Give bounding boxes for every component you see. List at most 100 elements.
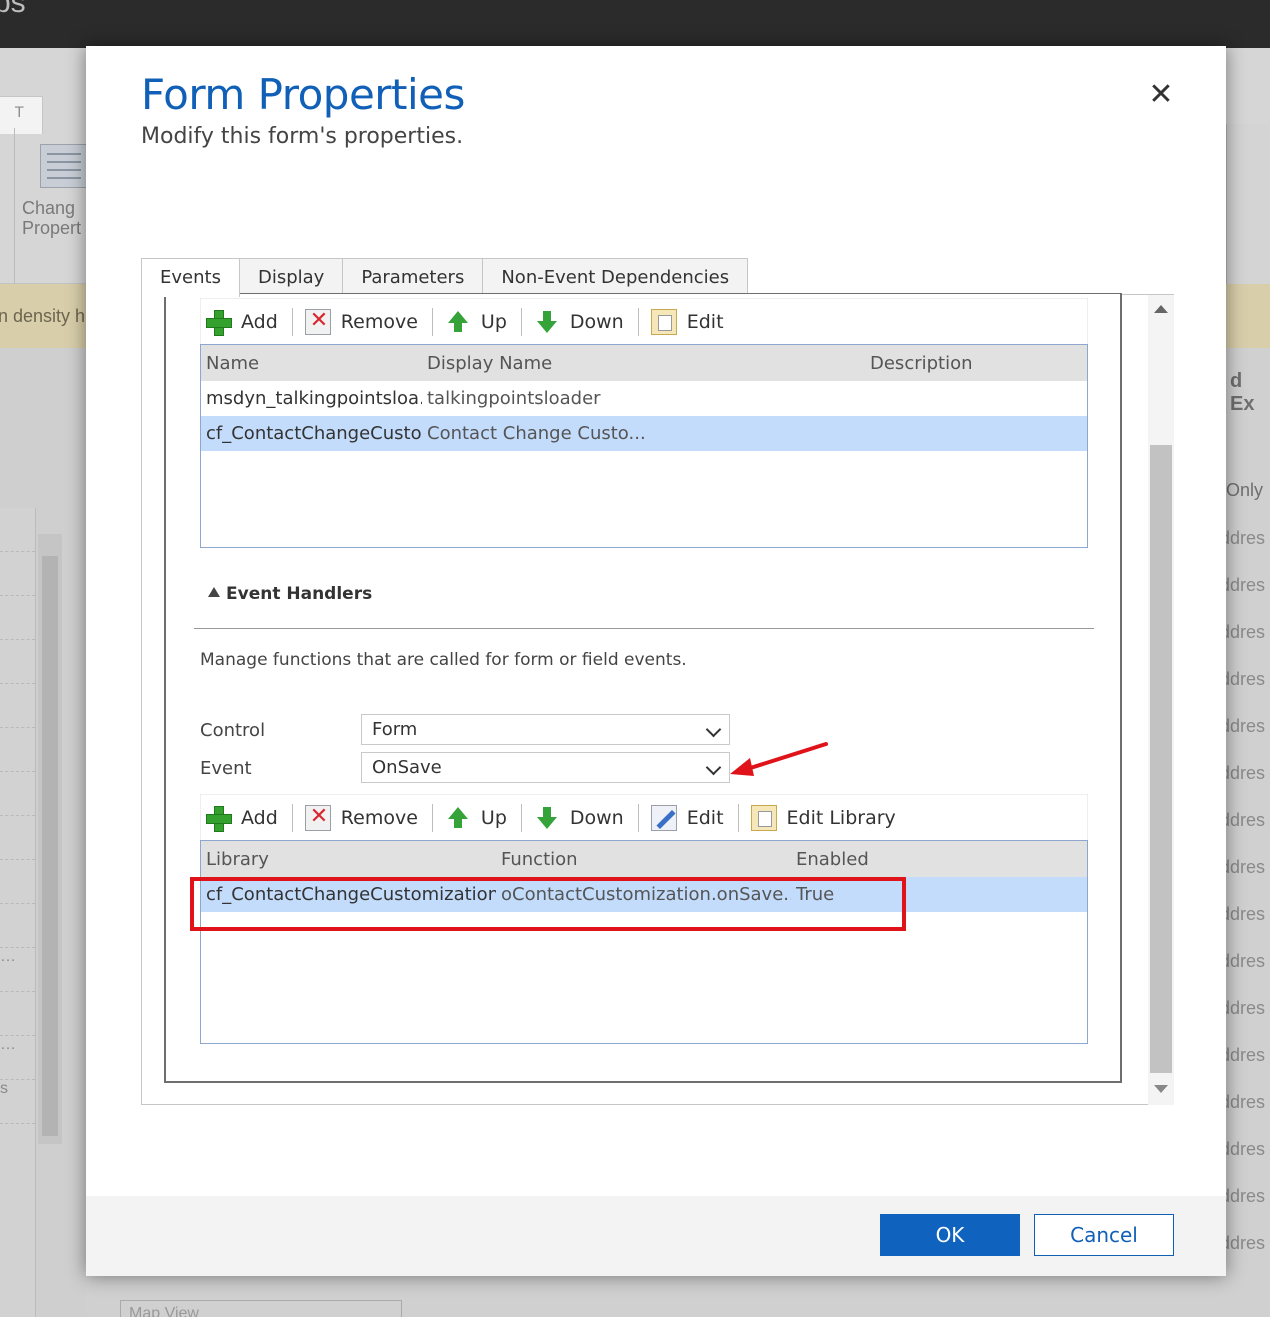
bottom-area: Map View [86,1276,1226,1317]
up-arrow-icon [445,309,471,335]
edit-label: Edit [686,310,724,333]
field-explorer-header: d Ex [1230,370,1255,415]
left-row [0,728,35,772]
library-up-button[interactable]: Up [441,299,521,345]
field-item: ddres [1220,1045,1266,1065]
left-row [0,904,35,948]
down-label: Down [569,806,624,829]
field-item: ddres [1220,1233,1266,1253]
app-header: ps [0,0,1270,48]
tab-strip: Events Display Parameters Non-Event Depe… [141,258,749,297]
app-title: ps [0,0,26,19]
remove-icon [304,804,331,831]
column-display-name[interactable]: Display Name [422,353,865,374]
down-label: Down [569,310,624,333]
left-row [0,596,35,640]
left-row: … [0,948,35,992]
left-row [0,772,35,816]
remove-label: Remove [340,806,418,829]
library-down-button[interactable]: Down [530,299,638,345]
library-add-button[interactable]: Add [201,299,292,345]
tab-display[interactable]: Display [238,258,344,296]
left-scrollbar [38,534,62,1144]
left-row [0,684,35,728]
section-divider [194,628,1094,629]
map-view-field: Map View [120,1300,402,1317]
field-item: ddres [1220,1092,1266,1112]
close-icon[interactable]: ✕ [1146,80,1176,110]
up-label: Up [480,310,507,333]
column-description[interactable]: Description [865,353,1087,374]
table-row-selected[interactable]: cf_ContactChangeCusto... Contact Change … [201,416,1087,451]
field-item: ddres [1220,622,1266,642]
left-row [0,640,35,684]
toolbar-separator [291,803,293,832]
annotation-highlight-box [190,877,906,931]
edit-library-button[interactable]: Edit Library [747,795,910,841]
dialog-subtitle: Modify this form's properties. [141,124,464,149]
handler-up-button[interactable]: Up [441,795,521,841]
tab-events[interactable]: Events [141,258,240,297]
field-item: ddres [1220,1139,1266,1159]
event-handlers-heading: Event Handlers [226,584,373,604]
events-scroll-content: Add Remove Up Down [164,293,1122,1083]
handler-add-button[interactable]: Add [201,795,292,841]
control-select-value: Form [372,719,418,740]
toolbar-separator [737,803,739,832]
row-name: cf_ContactChangeCusto... [206,423,422,444]
libraries-toolbar: Add Remove Up Down [200,298,1088,344]
toolbar-separator [520,803,522,832]
vertical-scrollbar[interactable] [1148,295,1174,1105]
remove-label: Remove [340,310,418,333]
scroll-thumb[interactable] [1150,445,1172,1073]
field-item: ddres [1220,951,1266,971]
grid-header: Name Display Name Description [201,345,1087,381]
remove-icon [304,308,331,335]
banner-text: n density h [0,306,86,326]
left-row [0,552,35,596]
ok-button[interactable]: OK [880,1214,1020,1256]
collapse-triangle-icon[interactable] [208,587,220,597]
field-item: ddres [1220,669,1266,689]
column-library[interactable]: Library [201,849,496,870]
column-name[interactable]: Name [201,353,422,374]
ribbon-right-panel [1226,124,1270,284]
left-row [0,816,35,860]
column-function[interactable]: Function [496,849,791,870]
library-edit-button[interactable]: Edit [647,299,738,345]
events-tab-panel: Add Remove Up Down [141,293,1174,1105]
field-item: ddres [1220,904,1266,924]
up-arrow-icon [445,805,471,831]
handler-down-button[interactable]: Down [530,795,638,841]
column-enabled[interactable]: Enabled [791,849,1087,870]
left-scroll-thumb [42,556,58,1136]
handler-remove-button[interactable]: Remove [301,795,432,841]
add-icon [205,309,232,336]
annotation-arrow [730,742,828,776]
event-handlers-grid: Library Function Enabled cf_ContactChang… [200,840,1088,1044]
event-select[interactable]: OnSave [361,752,730,783]
control-select[interactable]: Form [361,714,730,745]
scroll-up-icon[interactable] [1154,305,1168,313]
field-item: ddres [1220,528,1266,548]
library-remove-button[interactable]: Remove [301,299,432,345]
only-filter: Only [1226,480,1264,500]
event-select-value: OnSave [372,757,442,778]
scroll-down-icon[interactable] [1154,1085,1168,1093]
right-field-explorer: d Ex Only ddres ddres ddres ddres ddres … [1220,348,1270,1317]
left-field-list: … … s [0,508,36,1317]
cancel-button[interactable]: Cancel [1034,1214,1174,1256]
handler-edit-button[interactable]: Edit [647,795,738,841]
table-row[interactable]: msdyn_talkingpointsloa... talkingpointsl… [201,381,1087,416]
edit-pencil-icon [650,804,677,831]
left-row: s [0,1080,35,1124]
event-handlers-description: Manage functions that are called for for… [200,650,687,670]
toolbar-separator [291,307,293,336]
change-properties-icon [40,144,88,188]
change-properties-button: Chang Propert [22,198,81,238]
tab-non-event-dependencies[interactable]: Non-Event Dependencies [482,258,749,296]
field-item: ddres [1220,716,1266,736]
tab-parameters[interactable]: Parameters [342,258,484,296]
row-display-name: Contact Change Custo... [427,423,646,444]
row-name: msdyn_talkingpointsloa... [206,388,422,409]
